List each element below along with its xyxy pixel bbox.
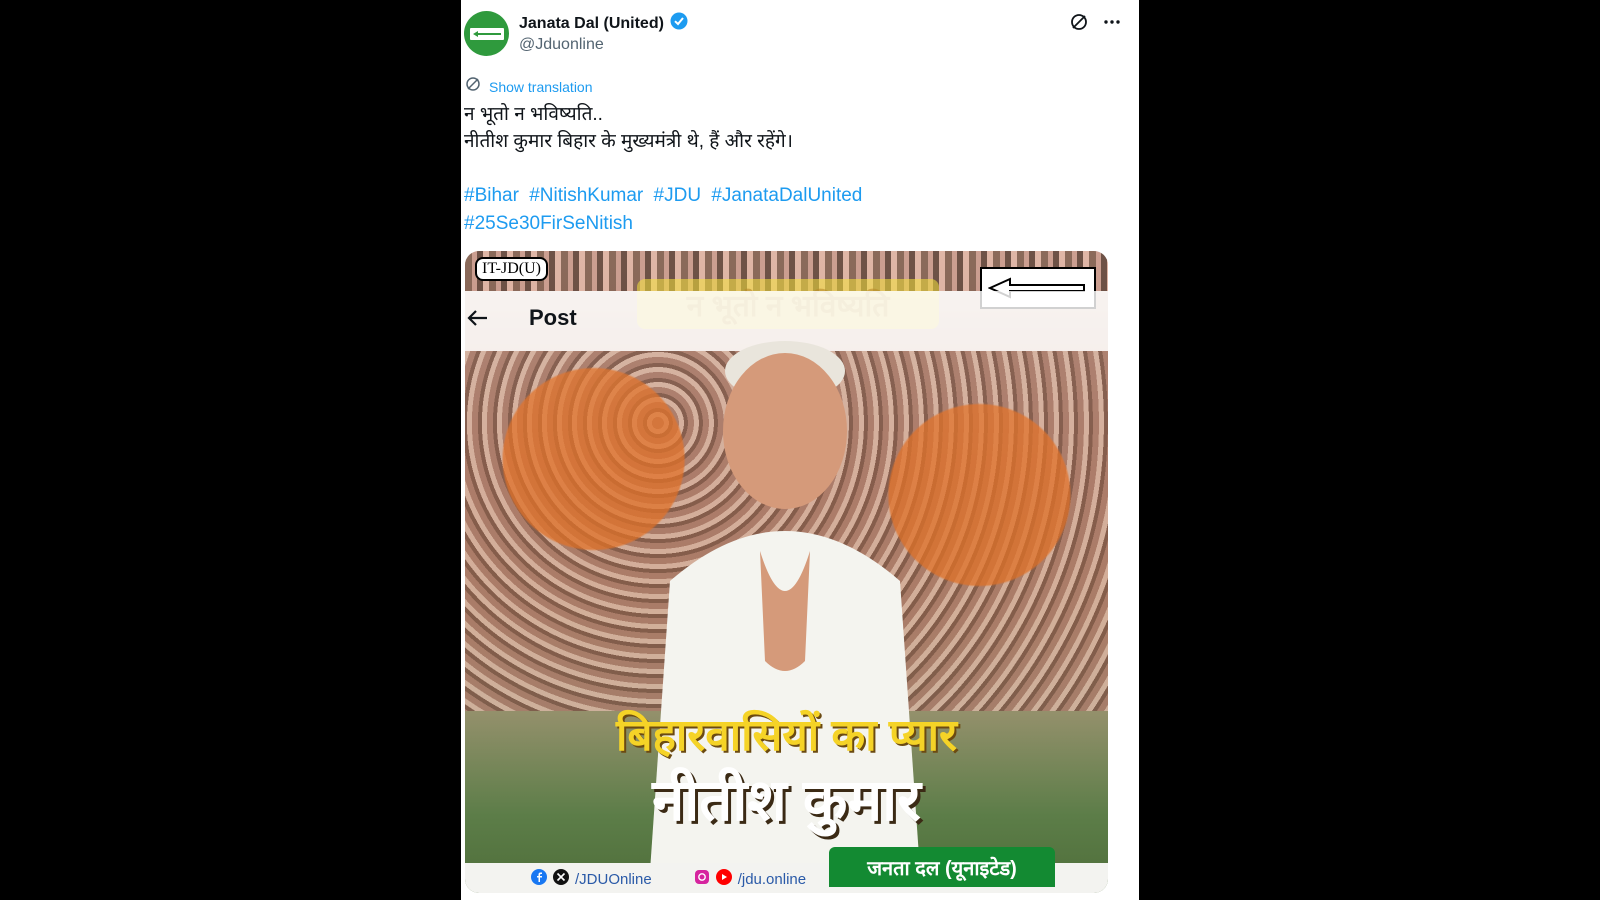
party-label: जनता दल (यूनाइटेड) bbox=[829, 847, 1055, 887]
grok-icon[interactable] bbox=[1069, 12, 1089, 32]
instagram-icon bbox=[694, 869, 710, 889]
hashtag-link[interactable]: #NitishKumar bbox=[529, 185, 643, 206]
post-title: Post bbox=[529, 305, 577, 330]
hashtag-link[interactable]: #25Se30FirSeNitish bbox=[464, 213, 633, 234]
caption-bottom: नीतीश कुमार bbox=[652, 768, 921, 833]
show-translation-link[interactable]: Show translation bbox=[489, 79, 593, 95]
translate-row[interactable]: Show translation bbox=[465, 76, 593, 97]
back-arrow-icon[interactable] bbox=[467, 309, 489, 332]
tweet-text-line-2: नीतीश कुमार बिहार के मुख्यमंत्री थे, हैं… bbox=[464, 131, 793, 152]
arrow-logo-icon bbox=[469, 27, 504, 40]
more-icon[interactable] bbox=[1103, 19, 1121, 25]
tweet-media-image[interactable]: IT-JD(U) न भूतो न भविष्यति Post बिहारवास… bbox=[465, 251, 1108, 893]
tweet-text-line-1: न भूतो न भविष्यति.. bbox=[464, 104, 603, 125]
tweet-panel: Janata Dal (United) @Jduonline Show tran… bbox=[461, 0, 1139, 900]
translate-icon bbox=[465, 76, 481, 97]
hashtags: #Bihar #NitishKumar #JDU #JanataDalUnite… bbox=[464, 182, 944, 238]
caption-top: बिहारवासियों का प्यार bbox=[616, 711, 957, 760]
facebook-icon bbox=[531, 869, 547, 889]
social-insta-handle: /jdu.online bbox=[737, 870, 807, 888]
x-icon bbox=[553, 869, 569, 889]
verified-badge-icon bbox=[670, 12, 688, 35]
header-actions bbox=[1069, 12, 1121, 32]
youtube-icon bbox=[715, 869, 732, 889]
account-handle[interactable]: @Jduonline bbox=[519, 36, 604, 54]
hashtag-link[interactable]: #Bihar bbox=[464, 185, 519, 206]
hashtag-link[interactable]: #JanataDalUnited bbox=[711, 185, 862, 206]
avatar[interactable] bbox=[464, 11, 509, 56]
watermark: IT-JD(U) bbox=[475, 257, 548, 281]
hashtag-link[interactable]: #JDU bbox=[654, 185, 702, 206]
social-x-handle: /JDUOnline bbox=[575, 870, 652, 888]
social-handles: /JDUOnline /jdu.online bbox=[531, 869, 806, 889]
account-name-row[interactable]: Janata Dal (United) bbox=[519, 12, 688, 35]
account-name[interactable]: Janata Dal (United) bbox=[519, 15, 664, 33]
